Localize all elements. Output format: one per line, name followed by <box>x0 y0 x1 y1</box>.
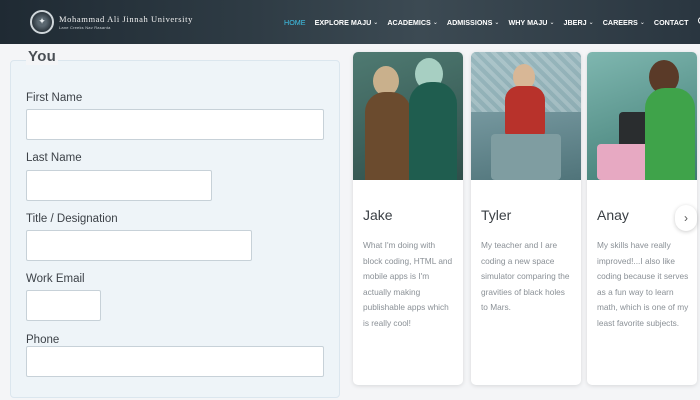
first-name-label: First Name <box>26 92 83 104</box>
title-designation-input[interactable] <box>26 230 252 261</box>
title-designation-label: Title / Designation <box>26 213 118 225</box>
university-logo[interactable]: ✦ Mohammad Ali Jinnah University Lane Cr… <box>30 10 193 34</box>
last-name-input[interactable] <box>26 170 212 201</box>
chevron-down-icon: ⌄ <box>432 19 438 26</box>
student-quote: My skills have really improved!...I also… <box>597 240 689 328</box>
nav-why-maju[interactable]: WHY MAJU ⌄ <box>508 18 554 27</box>
nav-careers[interactable]: CAREERS ⌄ <box>603 18 645 27</box>
nav-home[interactable]: HOME <box>284 18 306 27</box>
testimonial-card: Tyler My teacher and I are coding a new … <box>471 52 581 385</box>
nav-admissions[interactable]: ADMISSIONS ⌄ <box>447 18 500 27</box>
chevron-down-icon: ⌄ <box>494 19 500 26</box>
first-name-input[interactable] <box>26 109 324 140</box>
student-photo <box>471 52 581 180</box>
nav-explore-maju[interactable]: EXPLORE MAJU ⌄ <box>315 18 379 27</box>
logo-name: Mohammad Ali Jinnah University <box>59 14 193 24</box>
testimonial-card: Jake What I'm doing with block coding, H… <box>353 52 463 385</box>
work-email-label: Work Email <box>26 273 85 285</box>
form-heading: You <box>26 48 59 65</box>
chevron-down-icon: ⌄ <box>373 19 379 26</box>
site-header: ✦ Mohammad Ali Jinnah University Lane Cr… <box>0 0 700 44</box>
student-quote: My teacher and I are coding a new space … <box>481 240 570 312</box>
nav-contact[interactable]: CONTACT <box>654 18 689 27</box>
seal-icon: ✦ <box>30 10 54 34</box>
student-name: Tyler <box>481 207 512 223</box>
chevron-down-icon: ⌄ <box>588 19 594 26</box>
work-email-input[interactable] <box>26 290 101 321</box>
nav-jberj[interactable]: JBERJ ⌄ <box>563 18 593 27</box>
student-name: Jake <box>363 207 393 223</box>
logo-tagline: Lane Creeks Nav Rasanta <box>59 25 111 30</box>
phone-input[interactable] <box>26 346 324 377</box>
chevron-right-icon[interactable]: › <box>675 205 697 231</box>
main-nav: HOME EXPLORE MAJU ⌄ ACADEMICS ⌄ ADMISSIONS… <box>284 0 700 44</box>
student-name: Anay <box>597 207 629 223</box>
student-photo <box>353 52 463 180</box>
chevron-down-icon: ⌄ <box>549 19 555 26</box>
student-quote: What I'm doing with block coding, HTML a… <box>363 240 453 328</box>
phone-label: Phone <box>26 334 60 346</box>
nav-academics[interactable]: ACADEMICS ⌄ <box>387 18 438 27</box>
chevron-down-icon: ⌄ <box>639 19 645 26</box>
student-photo <box>587 52 697 180</box>
last-name-label: Last Name <box>26 152 82 164</box>
